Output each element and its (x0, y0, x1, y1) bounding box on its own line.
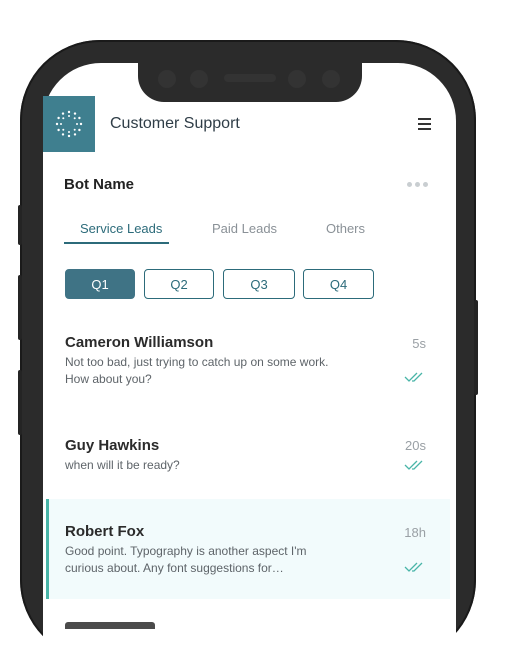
phone-side-button (18, 205, 22, 245)
message-time: 18h (404, 525, 426, 540)
logo-icon (55, 110, 83, 138)
double-check-icon (404, 372, 423, 382)
message-time: 5s (412, 336, 426, 351)
conversation-row-selected[interactable]: Robert Fox Good point. Typography is ano… (46, 499, 450, 599)
filter-q1-button[interactable]: Q1 (65, 269, 135, 299)
app-title: Customer Support (110, 115, 240, 132)
phone-side-button (18, 370, 22, 435)
tab-service-leads[interactable]: Service Leads (80, 221, 162, 236)
phone-side-button (18, 275, 22, 340)
hamburger-menu-icon[interactable] (418, 118, 431, 130)
message-preview: Not too bad, just trying to catch up on … (65, 355, 329, 386)
message-preview: Good point. Typography is another aspect… (65, 544, 307, 575)
conversation-row-partial[interactable] (46, 600, 450, 629)
selected-row-indicator (46, 499, 49, 599)
phone-notch (138, 60, 362, 102)
contact-name: Guy Hawkins (65, 437, 160, 454)
conversation-row[interactable]: Guy Hawkins when will it be ready? 20s (46, 425, 450, 497)
phone-side-button (474, 300, 478, 395)
filter-q4-button[interactable]: Q4 (303, 269, 374, 299)
tab-others[interactable]: Others (326, 221, 365, 236)
double-check-icon (404, 460, 423, 470)
bot-name: Bot Name (64, 176, 135, 193)
conversation-row[interactable]: Cameron Williamson Not too bad, just try… (46, 320, 450, 410)
message-time: 20s (405, 438, 426, 453)
app-logo (43, 96, 95, 152)
more-options-icon[interactable] (407, 182, 428, 187)
double-check-icon (404, 562, 423, 572)
contact-name: Robert Fox (65, 523, 145, 540)
filter-q2-button[interactable]: Q2 (144, 269, 214, 299)
filter-q3-button[interactable]: Q3 (223, 269, 295, 299)
message-preview: when will it be ready? (65, 458, 180, 472)
tab-paid-leads[interactable]: Paid Leads (212, 221, 277, 236)
active-tab-indicator (64, 242, 169, 244)
contact-name: Cameron Williamson (65, 334, 214, 351)
